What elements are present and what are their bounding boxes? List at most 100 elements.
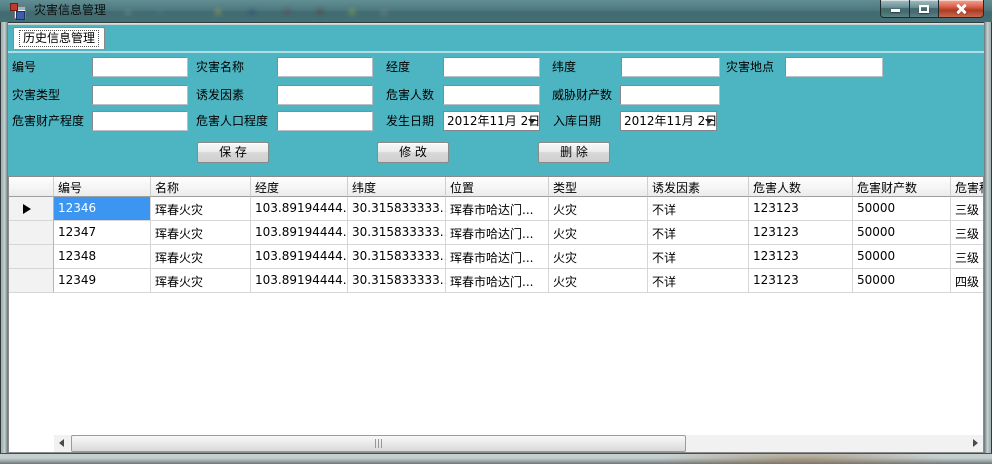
- cell[interactable]: 123123: [749, 269, 853, 293]
- cell[interactable]: 30.315833333...: [348, 245, 446, 269]
- row-header[interactable]: [9, 245, 54, 269]
- cell[interactable]: 珲春市哈达门...: [446, 269, 549, 293]
- maximize-button[interactable]: [910, 0, 938, 18]
- header-weizhi[interactable]: 位置: [446, 177, 549, 197]
- maximize-icon: [919, 5, 929, 13]
- cell[interactable]: 30.315833333...: [348, 221, 446, 245]
- title-bar[interactable]: 灾害信息管理: [0, 0, 992, 23]
- leixing-field[interactable]: [92, 85, 188, 105]
- header-leixing[interactable]: 类型: [549, 177, 648, 197]
- cell[interactable]: 不详: [648, 269, 749, 293]
- header-jingdu[interactable]: 经度: [251, 177, 348, 197]
- cell[interactable]: 不详: [648, 197, 749, 221]
- cell[interactable]: 103.89194444...: [251, 269, 348, 293]
- table-row: 12347 珲春火灾 103.89194444... 30.315833333.…: [9, 221, 984, 245]
- cell[interactable]: 12347: [54, 221, 151, 245]
- cell[interactable]: 12349: [54, 269, 151, 293]
- tab-history-info[interactable]: 历史信息管理: [13, 27, 105, 49]
- header-chengdu[interactable]: 危害程度: [951, 177, 984, 197]
- ruku-riqi-value: 2012年11月 2日: [624, 112, 717, 130]
- table-row: 12348 珲春火灾 103.89194444... 30.315833333.…: [9, 245, 984, 269]
- header-mingcheng[interactable]: 名称: [151, 177, 251, 197]
- cell[interactable]: 珲春市哈达门...: [446, 245, 549, 269]
- header-weidu[interactable]: 纬度: [348, 177, 446, 197]
- cell[interactable]: 12348: [54, 245, 151, 269]
- cell[interactable]: 12346: [54, 197, 151, 221]
- cell[interactable]: 103.89194444...: [251, 221, 348, 245]
- scrollbar-grip-icon: [375, 439, 383, 448]
- label-yinsu: 诱发因素: [196, 86, 244, 104]
- cell[interactable]: 珲春火灾: [151, 245, 251, 269]
- cell[interactable]: 三级: [951, 197, 984, 221]
- cell[interactable]: 123123: [749, 197, 853, 221]
- cell[interactable]: 火灾: [549, 221, 648, 245]
- cell[interactable]: 123123: [749, 221, 853, 245]
- label-renkou-chengdu: 危害人口程度: [196, 112, 268, 130]
- weidu-field[interactable]: [621, 57, 720, 77]
- didian-field[interactable]: [785, 57, 883, 77]
- window-title: 灾害信息管理: [34, 0, 106, 21]
- caichan-chengdu-field[interactable]: [92, 111, 188, 131]
- fasheng-riqi-datepicker[interactable]: 2012年11月 2日: [443, 111, 540, 131]
- delete-button[interactable]: 删 除: [538, 142, 610, 163]
- caichanshu-field[interactable]: [620, 85, 720, 105]
- cell[interactable]: 四级: [951, 269, 984, 293]
- label-weidu: 纬度: [552, 58, 576, 76]
- row-header[interactable]: [9, 221, 54, 245]
- bianhao-field[interactable]: [92, 57, 188, 77]
- mingcheng-field[interactable]: [277, 57, 373, 77]
- row-header[interactable]: [9, 269, 54, 293]
- ruku-riqi-datepicker[interactable]: 2012年11月 2日: [620, 111, 717, 131]
- cell[interactable]: 珲春市哈达门...: [446, 197, 549, 221]
- cell[interactable]: 不详: [648, 245, 749, 269]
- chevron-down-icon[interactable]: [528, 119, 536, 124]
- cell[interactable]: 珲春市哈达门...: [446, 221, 549, 245]
- cell[interactable]: 30.315833333...: [348, 269, 446, 293]
- header-renshu[interactable]: 危害人数: [749, 177, 853, 197]
- cell[interactable]: 火灾: [549, 197, 648, 221]
- horizontal-scrollbar[interactable]: [54, 435, 983, 452]
- cell[interactable]: 不详: [648, 221, 749, 245]
- scroll-right-button[interactable]: [966, 435, 983, 452]
- cell[interactable]: 123123: [749, 245, 853, 269]
- scroll-left-button[interactable]: [54, 435, 71, 452]
- cell[interactable]: 50000: [853, 197, 951, 221]
- header-row-selector[interactable]: [9, 177, 54, 197]
- tab-label: 历史信息管理: [19, 30, 99, 47]
- minimize-button[interactable]: [880, 0, 910, 18]
- arrow-left-icon: [59, 439, 64, 447]
- cell[interactable]: 30.315833333...: [348, 197, 446, 221]
- cell[interactable]: 珲春火灾: [151, 269, 251, 293]
- cell[interactable]: 103.89194444...: [251, 197, 348, 221]
- caption-buttons: [880, 0, 984, 18]
- app-window: 灾害信息管理 历史信息管理 编号 灾害名称 经度 纬度 灾害地点 灾害类型 诱发…: [0, 0, 992, 464]
- save-button[interactable]: 保 存: [197, 142, 269, 163]
- table-header-row: 编号 名称 经度 纬度 位置 类型 诱发因素 危害人数 危害财产数 危害程度: [9, 177, 984, 197]
- cell[interactable]: 50000: [853, 269, 951, 293]
- chevron-down-icon[interactable]: [705, 119, 713, 124]
- cell[interactable]: 三级: [951, 245, 984, 269]
- modify-button[interactable]: 修 改: [377, 142, 449, 163]
- cell[interactable]: 珲春火灾: [151, 221, 251, 245]
- renshu-field[interactable]: [443, 85, 540, 105]
- label-caichan-chengdu: 危害财产程度: [12, 112, 84, 130]
- header-yinsu[interactable]: 诱发因素: [648, 177, 749, 197]
- header-caichanshu[interactable]: 危害财产数: [853, 177, 951, 197]
- cell[interactable]: 50000: [853, 221, 951, 245]
- disaster-table: 编号 名称 经度 纬度 位置 类型 诱发因素 危害人数 危害财产数 危害程度 1…: [8, 176, 984, 453]
- header-bianhao[interactable]: 编号: [54, 177, 151, 197]
- close-button[interactable]: [938, 0, 984, 18]
- window-frame-right: [984, 22, 992, 464]
- cell[interactable]: 103.89194444...: [251, 245, 348, 269]
- cell[interactable]: 三级: [951, 221, 984, 245]
- cell[interactable]: 火灾: [549, 245, 648, 269]
- renkou-chengdu-field[interactable]: [277, 111, 373, 131]
- row-header[interactable]: [9, 197, 54, 221]
- label-fasheng-riqi: 发生日期: [386, 112, 434, 130]
- scrollbar-thumb[interactable]: [71, 435, 686, 452]
- cell[interactable]: 50000: [853, 245, 951, 269]
- cell[interactable]: 火灾: [549, 269, 648, 293]
- cell[interactable]: 珲春火灾: [151, 197, 251, 221]
- jingdu-field[interactable]: [443, 57, 540, 77]
- yinsu-field[interactable]: [277, 85, 373, 105]
